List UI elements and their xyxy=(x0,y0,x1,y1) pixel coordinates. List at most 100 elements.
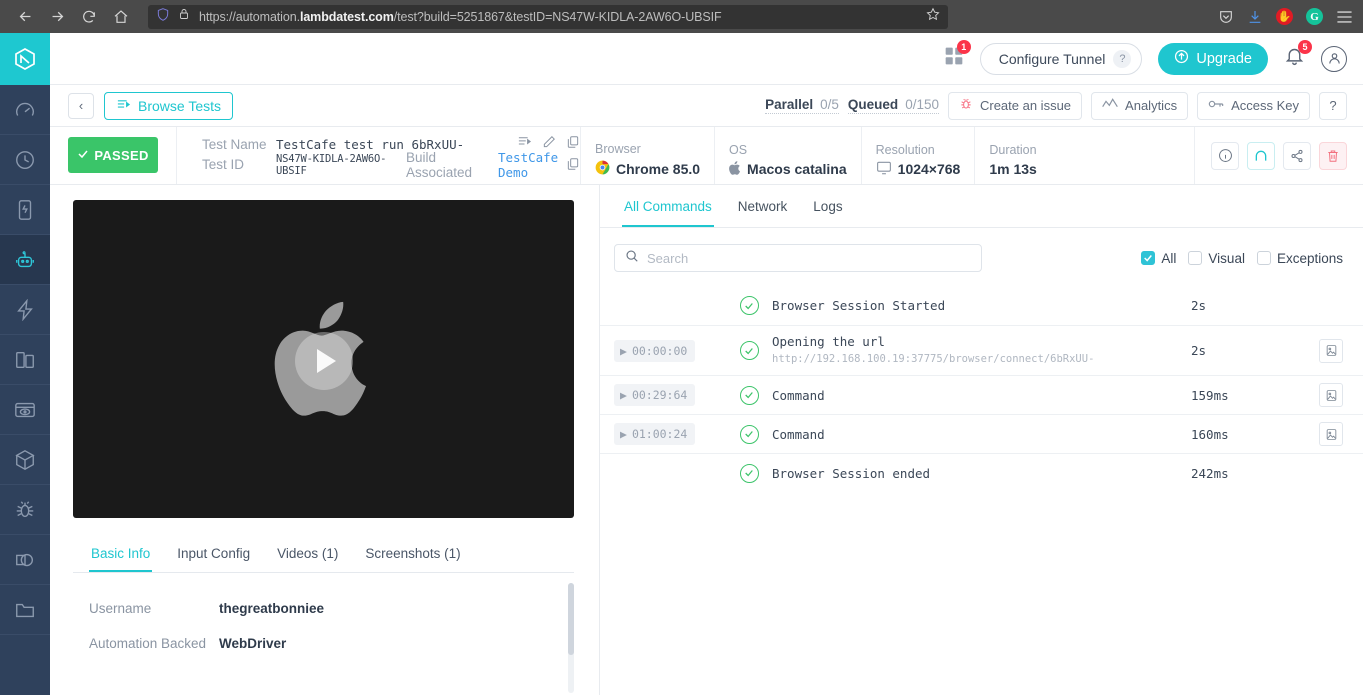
address-bar[interactable]: https://automation.lambdatest.com/test?b… xyxy=(148,5,948,29)
tab-screenshots[interactable]: Screenshots (1) xyxy=(363,538,462,572)
adblock-extension-icon[interactable]: ✋ xyxy=(1276,8,1293,25)
sidebar-item-builds[interactable] xyxy=(0,335,50,385)
search-box[interactable] xyxy=(614,244,982,272)
filter-exceptions-checkbox[interactable] xyxy=(1257,251,1271,265)
search-input[interactable] xyxy=(647,251,971,266)
notes-icon[interactable] xyxy=(517,134,532,154)
tunnel-help-icon[interactable]: ? xyxy=(1113,50,1131,68)
status-passed-icon xyxy=(740,464,759,483)
reload-icon[interactable] xyxy=(74,4,104,30)
sidebar-item-projects[interactable] xyxy=(0,585,50,635)
toolbar-help-button[interactable]: ? xyxy=(1319,92,1347,120)
browser-menu-icon[interactable] xyxy=(1336,10,1353,24)
sidebar-item-automation[interactable] xyxy=(0,235,50,285)
test-name-label: Test Name xyxy=(202,137,276,152)
copy-icon[interactable] xyxy=(566,135,580,154)
info-scrollbar-thumb[interactable] xyxy=(568,583,574,655)
shield-icon[interactable] xyxy=(156,7,170,27)
commands-filter-row: All Visual Exceptions xyxy=(600,228,1363,286)
info-button[interactable] xyxy=(1211,142,1239,170)
browser-extension-icons: ✋ G xyxy=(1208,8,1353,25)
tab-network[interactable]: Network xyxy=(736,185,790,227)
row-time-pill[interactable]: ▶ 00:29:64 xyxy=(614,384,695,406)
grammarly-extension-icon[interactable]: G xyxy=(1306,8,1323,25)
sidebar-item-visual-testing[interactable] xyxy=(0,385,50,435)
bookmark-star-icon[interactable] xyxy=(926,7,940,26)
table-row[interactable]: Browser Session Started 2s xyxy=(600,286,1363,325)
sidebar-item-realtime[interactable] xyxy=(0,135,50,185)
filter-exceptions[interactable]: Exceptions xyxy=(1257,251,1343,266)
filter-all-checkbox[interactable] xyxy=(1141,251,1155,265)
avatar[interactable] xyxy=(1321,46,1347,72)
sidebar-item-hyperexecute[interactable] xyxy=(0,285,50,335)
page-toolbar: ‹ Browse Tests Parallel 0/5 Queued 0/150 xyxy=(50,85,1363,127)
row-subtitle: http://192.168.100.19:37775/browser/conn… xyxy=(772,352,952,367)
expand-caret-icon: ▶ xyxy=(620,388,627,402)
filter-visual[interactable]: Visual xyxy=(1188,251,1245,266)
row-status xyxy=(726,296,772,315)
row-time: ▶ 00:00:00 xyxy=(614,340,726,362)
sidebar-item-app-testing[interactable] xyxy=(0,185,50,235)
app-header: 1 Configure Tunnel ? Upgrade 5 xyxy=(50,33,1363,85)
sidebar-item-smart-visual[interactable] xyxy=(0,535,50,585)
tab-logs[interactable]: Logs xyxy=(811,185,844,227)
tab-all-commands[interactable]: All Commands xyxy=(622,185,714,227)
tab-input-config[interactable]: Input Config xyxy=(175,538,252,572)
lock-icon[interactable] xyxy=(178,7,190,26)
status-badge: PASSED xyxy=(68,137,158,173)
key-icon xyxy=(1208,98,1224,113)
test-id-row: Test ID NS47W-KIDLA-2AW6O-UBSIF Build As… xyxy=(202,153,580,176)
home-icon[interactable] xyxy=(106,4,136,30)
apps-grid-icon[interactable]: 1 xyxy=(944,46,964,71)
row-time-pill[interactable]: ▶ 01:00:24 xyxy=(614,423,695,445)
play-triangle-icon xyxy=(317,349,336,373)
row-time: ▶ 01:00:24 xyxy=(614,423,726,445)
create-issue-button[interactable]: Create an issue xyxy=(948,92,1082,120)
pocket-icon[interactable] xyxy=(1218,9,1234,25)
forward-icon[interactable] xyxy=(42,4,72,30)
lambdatest-logo-icon[interactable] xyxy=(0,33,50,85)
table-row[interactable]: Browser Session ended 242ms xyxy=(600,453,1363,492)
row-time-pill[interactable]: ▶ 00:00:00 xyxy=(614,340,695,362)
screenshot-icon[interactable] xyxy=(1319,383,1343,407)
share-button[interactable] xyxy=(1283,142,1311,170)
magnet-button[interactable] xyxy=(1247,142,1275,170)
row-title: Command xyxy=(772,427,1191,442)
table-row[interactable]: ▶ 00:29:64 Command 159ms xyxy=(600,375,1363,414)
table-row[interactable]: ▶ 00:00:00 Opening the url http://192.16… xyxy=(600,325,1363,375)
edit-pencil-icon[interactable] xyxy=(542,135,556,154)
configure-tunnel-button[interactable]: Configure Tunnel ? xyxy=(980,43,1143,75)
status-passed-icon xyxy=(740,296,759,315)
notifications-bell-icon[interactable]: 5 xyxy=(1284,46,1305,72)
row-duration: 242ms xyxy=(1191,466,1309,481)
video-player[interactable] xyxy=(73,200,574,518)
back-button[interactable]: ‹ xyxy=(68,93,94,119)
meta-duration: Duration 1m 13s xyxy=(974,127,1050,184)
analytics-button[interactable]: Analytics xyxy=(1091,92,1188,120)
back-icon[interactable] xyxy=(10,4,40,30)
screenshot-icon[interactable] xyxy=(1319,422,1343,446)
filter-all[interactable]: All xyxy=(1141,251,1176,266)
play-button[interactable] xyxy=(295,332,353,390)
copy-icon[interactable] xyxy=(566,157,580,176)
access-key-button[interactable]: Access Key xyxy=(1197,92,1310,120)
download-icon[interactable] xyxy=(1247,9,1263,25)
table-row[interactable]: ▶ 01:00:24 Command 160ms xyxy=(600,414,1363,453)
screenshot-icon[interactable] xyxy=(1319,339,1343,363)
sidebar-item-dashboard[interactable] xyxy=(0,85,50,135)
row-description: Browser Session Started xyxy=(772,290,1191,321)
delete-button[interactable] xyxy=(1319,142,1347,170)
tab-basic-info[interactable]: Basic Info xyxy=(89,538,152,572)
meta-browser-value: Chrome 85.0 xyxy=(616,161,700,177)
browser-toolbar: https://automation.lambdatest.com/test?b… xyxy=(0,0,1363,33)
browse-tests-button[interactable]: Browse Tests xyxy=(104,92,233,120)
username-value: thegreatbonniee xyxy=(219,601,324,616)
upgrade-button[interactable]: Upgrade xyxy=(1158,43,1268,75)
main-column: 1 Configure Tunnel ? Upgrade 5 ‹ xyxy=(50,33,1363,695)
filter-visual-checkbox[interactable] xyxy=(1188,251,1202,265)
info-row-username: Username thegreatbonniee xyxy=(89,591,558,626)
sidebar-item-integrations[interactable] xyxy=(0,435,50,485)
upgrade-arrow-icon xyxy=(1174,49,1189,68)
tab-videos[interactable]: Videos (1) xyxy=(275,538,340,572)
sidebar-item-issues[interactable] xyxy=(0,485,50,535)
